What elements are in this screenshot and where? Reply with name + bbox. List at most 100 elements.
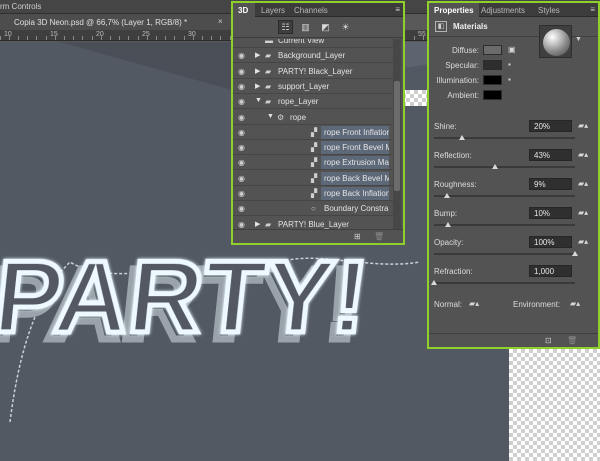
visibility-eye-icon[interactable]: ◉ <box>238 67 245 76</box>
scene-row[interactable]: ◉ ▞ rope Extrusion Material <box>233 155 393 171</box>
delete-icon[interactable]: 🗑 <box>374 232 384 241</box>
slider-knob[interactable] <box>445 222 452 227</box>
texture-folder-icon[interactable]: ▪ <box>508 60 511 69</box>
render-icon[interactable]: ⊡ <box>545 336 552 345</box>
close-tab-icon[interactable]: × <box>218 17 223 26</box>
scene-filter-icon[interactable]: ☷ <box>278 20 293 34</box>
slider-knob[interactable] <box>459 135 466 140</box>
visibility-eye-icon[interactable]: ◉ <box>238 220 245 229</box>
ruler-tick-mark <box>174 36 175 40</box>
visibility-eye-icon[interactable]: ◉ <box>238 97 245 106</box>
slider-label: Refraction: <box>434 267 473 276</box>
material-picker-chevron-icon[interactable]: ▼ <box>575 36 582 43</box>
light-filter-icon[interactable]: ☀ <box>338 20 353 34</box>
properties-delete-icon[interactable]: 🗑 <box>567 336 577 345</box>
add-object-icon[interactable]: ⊞ <box>354 232 361 241</box>
visibility-eye-icon[interactable]: ◉ <box>238 189 245 198</box>
scene-row[interactable]: ◉ ▶ ▰ Background_Layer <box>233 48 393 64</box>
visibility-eye-icon[interactable]: ◉ <box>238 158 245 167</box>
tab-properties[interactable]: Properties <box>429 3 479 17</box>
slider-track[interactable] <box>434 195 575 197</box>
slider-knob[interactable] <box>431 280 437 285</box>
tab-styles[interactable]: Styles <box>533 3 565 17</box>
visibility-eye-icon[interactable]: ◉ <box>238 128 245 137</box>
slider-texture-folder-icon[interactable]: ▰▴ <box>578 179 588 188</box>
slider-texture-folder-icon[interactable]: ▰▴ <box>578 237 588 246</box>
scene-row[interactable]: ◉ ○ Boundary Constraint 1... <box>233 201 393 217</box>
ruler-tick-mark <box>184 36 185 40</box>
scene-row[interactable]: ◉ ▶ ▰ PARTY! Black_Layer <box>233 64 393 79</box>
options-bar-label: rm Controls <box>0 2 42 11</box>
ruler-tick-mark <box>82 36 83 40</box>
slider-value-field[interactable]: 20% <box>529 120 572 132</box>
slider-track[interactable] <box>434 282 575 284</box>
expand-toggle-icon[interactable]: ▼ <box>267 113 274 120</box>
expand-toggle-icon[interactable]: ▶ <box>255 67 260 75</box>
color-swatch[interactable] <box>483 90 502 100</box>
expand-toggle-icon[interactable]: ▼ <box>255 97 262 104</box>
scene-scrollbar[interactable] <box>393 39 401 229</box>
visibility-eye-icon[interactable]: ◉ <box>238 113 245 122</box>
ruler-tick-mark <box>414 36 415 40</box>
visibility-eye-icon[interactable]: ◉ <box>238 143 245 152</box>
slider-track[interactable] <box>434 166 575 168</box>
slider-track[interactable] <box>434 253 575 255</box>
material-icon: ▞ <box>311 189 318 198</box>
scene-row[interactable]: ◉ ▞ rope Front Bevel Mate... <box>233 140 393 156</box>
folder-icon: ▰ <box>265 66 272 76</box>
scene-row[interactable]: ◉ ▞ rope Back Bevel Material <box>233 171 393 186</box>
properties-menu-icon[interactable]: ≡ <box>590 5 595 14</box>
slider-value-field[interactable]: 1,000 <box>529 265 572 277</box>
slider-value-field[interactable]: 10% <box>529 207 572 219</box>
tab-3d[interactable]: 3D <box>233 3 255 17</box>
panel-menu-icon[interactable]: ≡ <box>395 5 400 14</box>
slider-texture-folder-icon[interactable]: ▰▴ <box>578 121 588 130</box>
tab-channels[interactable]: Channels <box>289 3 333 17</box>
slider-knob[interactable] <box>572 251 578 256</box>
color-swatch[interactable] <box>483 60 502 70</box>
scene-row-label: PARTY! Black_Layer <box>278 66 353 76</box>
slider-value-field[interactable]: 43% <box>529 149 572 161</box>
normal-texture-folder-icon[interactable]: ▰▴ <box>469 299 479 308</box>
tab-layers[interactable]: Layers <box>256 3 290 17</box>
expand-toggle-icon[interactable]: ▶ <box>255 51 260 59</box>
slider-track[interactable] <box>434 137 575 139</box>
document-tab[interactable]: Copia 3D Neon.psd @ 66,7% (Layer 1, RGB/… <box>0 14 232 30</box>
slider-value-field[interactable]: 9% <box>529 178 572 190</box>
slider-track[interactable] <box>434 224 575 226</box>
expand-toggle-icon[interactable]: ▶ <box>255 220 260 228</box>
material-icon: ▞ <box>311 158 318 168</box>
scrollbar-thumb[interactable] <box>394 81 400 191</box>
slider-knob[interactable] <box>443 193 450 198</box>
texture-folder-icon[interactable]: ▣ <box>508 45 516 54</box>
visibility-eye-icon[interactable]: ◉ <box>238 204 245 213</box>
visibility-eye-icon[interactable]: ◉ <box>238 51 245 60</box>
expand-toggle-icon[interactable]: ▶ <box>255 82 260 90</box>
scene-row-label: rope Extrusion Material <box>324 158 389 168</box>
scene-row-label: rope Front Inflation M... <box>324 127 389 137</box>
scene-row[interactable]: ◉ ▞ rope Front Inflation M... <box>233 125 393 140</box>
scene-row[interactable]: ◉ ▞ rope Back Inflation Ma... <box>233 186 393 201</box>
slider-knob[interactable] <box>491 164 498 169</box>
scene-row[interactable]: ◉ ▶ ▰ support_Layer <box>233 79 393 94</box>
ruler-tick-mark <box>220 36 221 40</box>
color-swatch[interactable] <box>483 45 502 55</box>
scene-row[interactable]: ◉ ▼ ▰ rope_Layer <box>233 94 393 110</box>
scene-row[interactable]: ◉ ▶ ▰ PARTY! Blue_Layer <box>233 217 393 229</box>
folder-icon: ▰ <box>265 97 272 107</box>
mesh-filter-icon[interactable]: ▥ <box>298 20 313 34</box>
color-swatch[interactable] <box>483 75 502 85</box>
scene-row[interactable]: ▬ Current View <box>233 39 393 48</box>
scene-row[interactable]: ◉ ▼ ⚙ rope <box>233 110 393 125</box>
visibility-eye-icon[interactable]: ◉ <box>238 174 245 183</box>
slider-texture-folder-icon[interactable]: ▰▴ <box>578 208 588 217</box>
slider-value-field[interactable]: 100% <box>529 236 572 248</box>
visibility-eye-icon[interactable]: ◉ <box>238 82 245 91</box>
tab-adjustments[interactable]: Adjustments <box>476 3 530 17</box>
texture-folder-icon[interactable]: ▪ <box>508 75 511 84</box>
ruler-tick-mark <box>423 36 424 40</box>
slider-texture-folder-icon[interactable]: ▰▴ <box>578 150 588 159</box>
material-preview-sphere[interactable] <box>539 25 572 58</box>
environment-texture-folder-icon[interactable]: ▰▴ <box>570 299 580 308</box>
material-filter-icon[interactable]: ◩ <box>318 20 333 34</box>
